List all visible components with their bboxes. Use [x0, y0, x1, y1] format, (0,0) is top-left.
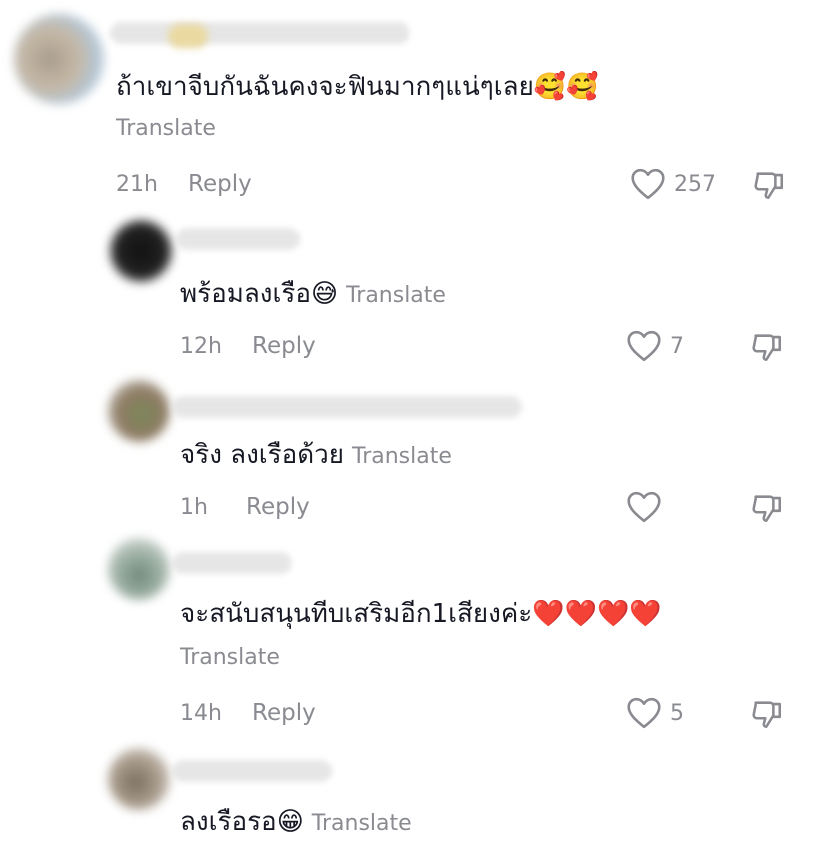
avatar[interactable] [108, 380, 170, 442]
comment-emoji: ❤️❤️❤️❤️ [532, 599, 662, 629]
reply-button[interactable]: Reply [188, 171, 252, 197]
like-button[interactable]: 7 [626, 330, 684, 362]
avatar[interactable] [108, 748, 170, 810]
comment-timestamp: 14h [180, 701, 222, 726]
thumbs-down-icon [752, 701, 782, 729]
comment-body: ถ้าเขาจีบกันฉันคงจะฟินมากๆแน่ๆเลย [116, 72, 534, 102]
comment-emoji: 😅 [310, 279, 339, 309]
like-button[interactable]: 5 [626, 697, 684, 729]
like-count: 257 [674, 171, 716, 197]
like-button[interactable] [626, 491, 670, 523]
like-count: 5 [670, 700, 684, 726]
like-count: 7 [670, 333, 684, 359]
translate-link[interactable]: Translate [180, 645, 280, 670]
translate-link[interactable]: Translate [352, 444, 452, 469]
comment-body: จะสนับสนุนทีบเสริมอีก1เสียงค่ะ [180, 599, 533, 629]
heart-outline-icon [627, 697, 661, 729]
dislike-button[interactable] [750, 330, 784, 368]
thumbs-down-icon [754, 172, 784, 200]
avatar[interactable] [108, 538, 170, 600]
comment-emoji: 🥰🥰 [533, 72, 599, 102]
comment-text: จริง ลงเรือด้วย Translate [180, 438, 452, 474]
comment-timestamp: 12h [180, 334, 222, 359]
dislike-button[interactable] [750, 697, 784, 735]
reply-button[interactable]: Reply [252, 700, 316, 726]
comment-emoji: 😁 [276, 807, 304, 837]
heart-outline-icon [631, 168, 665, 200]
avatar[interactable] [14, 14, 104, 104]
username-redacted[interactable] [110, 22, 410, 44]
username-redacted[interactable] [176, 228, 300, 250]
comment-body: จริง ลงเรือด้วย [180, 440, 344, 470]
comment-text: พร้อมลงเรือ😅 Translate [180, 277, 446, 313]
reply-button[interactable]: Reply [246, 494, 310, 520]
comment-timestamp: 21h [116, 172, 158, 197]
like-button[interactable]: 257 [630, 168, 716, 200]
translate-link[interactable]: Translate [312, 811, 412, 836]
comment-body: ลงเรือรอ [180, 807, 277, 837]
thumbs-down-icon [752, 495, 782, 523]
reply-button[interactable]: Reply [252, 333, 316, 359]
thumbs-down-icon [752, 334, 782, 362]
comment-text: จะสนับสนุนทีบเสริมอีก1เสียงค่ะ❤️❤️❤️❤️ [180, 597, 662, 631]
comment-text: ถ้าเขาจีบกันฉันคงจะฟินมากๆแน่ๆเลย🥰🥰 [116, 70, 599, 104]
comment-text: ลงเรือรอ😁 Translate [180, 805, 412, 841]
username-redacted[interactable] [172, 760, 332, 782]
badge-redacted [168, 24, 208, 48]
translate-link[interactable]: Translate [116, 116, 216, 141]
username-redacted[interactable] [172, 552, 292, 574]
comment-body: พร้อมลงเรือ [180, 279, 311, 309]
comment-timestamp: 1h [180, 495, 208, 520]
dislike-button[interactable] [752, 168, 786, 206]
heart-outline-icon [627, 330, 661, 362]
username-redacted[interactable] [172, 396, 522, 418]
avatar[interactable] [110, 220, 172, 282]
heart-outline-icon [627, 491, 661, 523]
translate-link[interactable]: Translate [346, 283, 446, 308]
dislike-button[interactable] [750, 491, 784, 529]
